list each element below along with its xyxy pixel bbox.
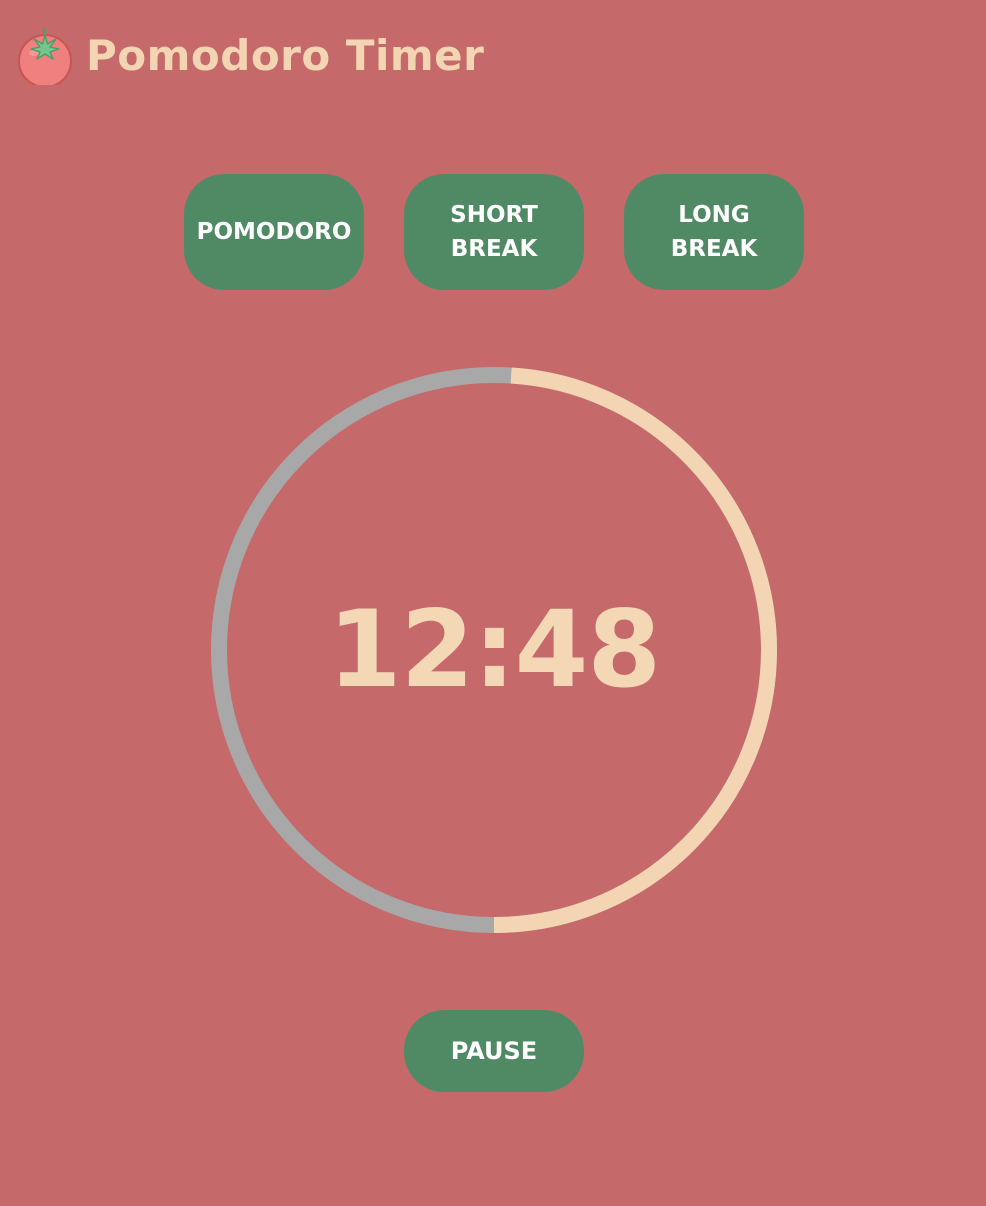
pause-button-label: PAUSE <box>450 1037 538 1065</box>
short-break-mode-label: SHORT BREAK <box>450 202 538 262</box>
tomato-icon <box>18 27 72 85</box>
pause-button[interactable]: PAUSE <box>404 1010 584 1092</box>
pomodoro-mode-label: POMODORO <box>196 219 352 245</box>
mode-tabs: POMODORO SHORT BREAK LONG BREAK <box>184 174 804 290</box>
app-title: Pomodoro Timer <box>86 31 485 80</box>
short-break-mode-button[interactable]: SHORT BREAK <box>404 174 584 290</box>
app-header: Pomodoro Timer <box>16 26 484 86</box>
long-break-mode-button[interactable]: LONG BREAK <box>624 174 804 290</box>
long-break-mode-label: LONG BREAK <box>670 202 758 262</box>
timer-display: 12:48 <box>327 588 661 711</box>
pomodoro-mode-button[interactable]: POMODORO <box>184 174 364 290</box>
